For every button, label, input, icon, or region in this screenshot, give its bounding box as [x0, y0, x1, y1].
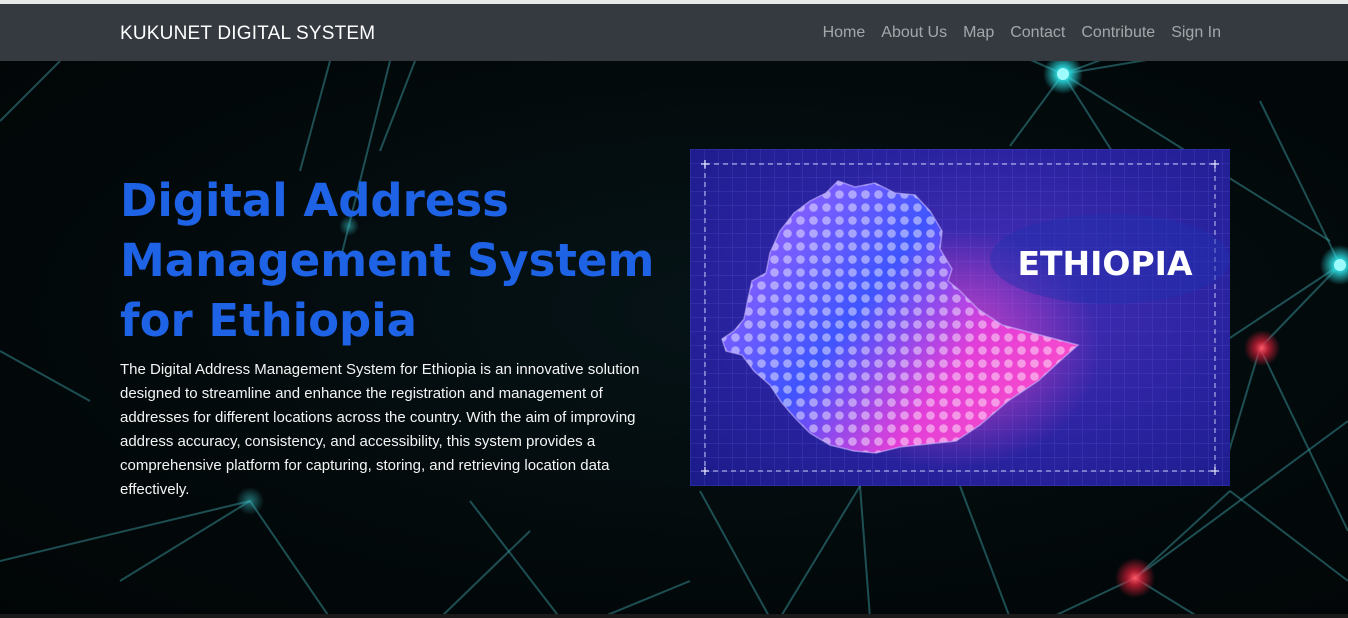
ethiopia-map-image: ETHIOPIA — [690, 149, 1230, 486]
hero-title: Digital Address Management System for Et… — [120, 174, 655, 347]
nav-link-about-us[interactable]: About Us — [881, 24, 947, 42]
hero-description: The Digital Address Management System fo… — [120, 361, 640, 498]
window-bottom-edge — [0, 614, 1348, 618]
page: KUKUNET DIGITAL SYSTEM Home About Us Map… — [0, 0, 1348, 618]
nav-link-map[interactable]: Map — [963, 24, 994, 42]
ethiopia-map-icon: ETHIOPIA — [690, 149, 1230, 486]
nav-link-home[interactable]: Home — [823, 24, 866, 42]
nav-link-contribute[interactable]: Contribute — [1081, 24, 1155, 42]
nav-links: Home About Us Map Contact Contribute Sig… — [823, 24, 1221, 42]
brand-logo-link[interactable]: KUKUNET DIGITAL SYSTEM — [120, 23, 375, 45]
nav-link-contact[interactable]: Contact — [1010, 24, 1065, 42]
hero-section: Digital Address Management System for Et… — [0, 61, 1348, 618]
nav-link-sign-in[interactable]: Sign In — [1171, 24, 1221, 42]
navbar: KUKUNET DIGITAL SYSTEM Home About Us Map… — [0, 4, 1348, 61]
ethiopia-label: ETHIOPIA — [1017, 244, 1192, 283]
